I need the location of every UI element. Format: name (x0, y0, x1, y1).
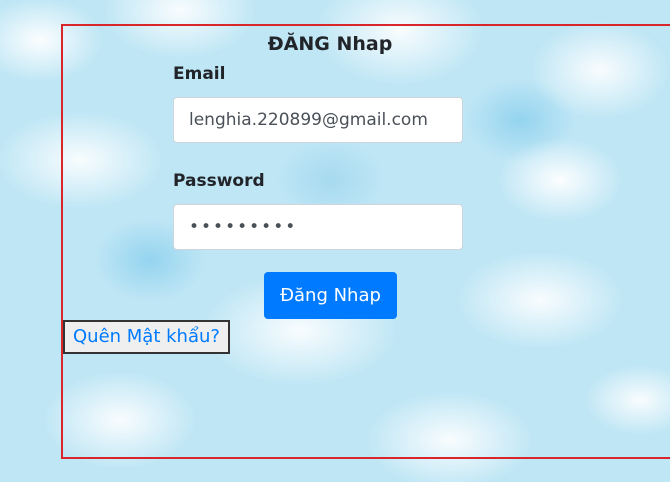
password-field[interactable] (173, 204, 463, 250)
login-button[interactable]: Đăng Nhap (264, 272, 397, 319)
forgot-password-button[interactable]: Quên Mật khẩu? (63, 320, 230, 354)
login-form-container: ĐĂNG Nhap Email Password Đăng Nhap Quên … (61, 24, 670, 459)
form-title: ĐĂNG Nhap (267, 33, 393, 55)
email-label: Email (173, 64, 226, 84)
email-field[interactable] (173, 97, 463, 143)
password-label: Password (173, 171, 265, 191)
